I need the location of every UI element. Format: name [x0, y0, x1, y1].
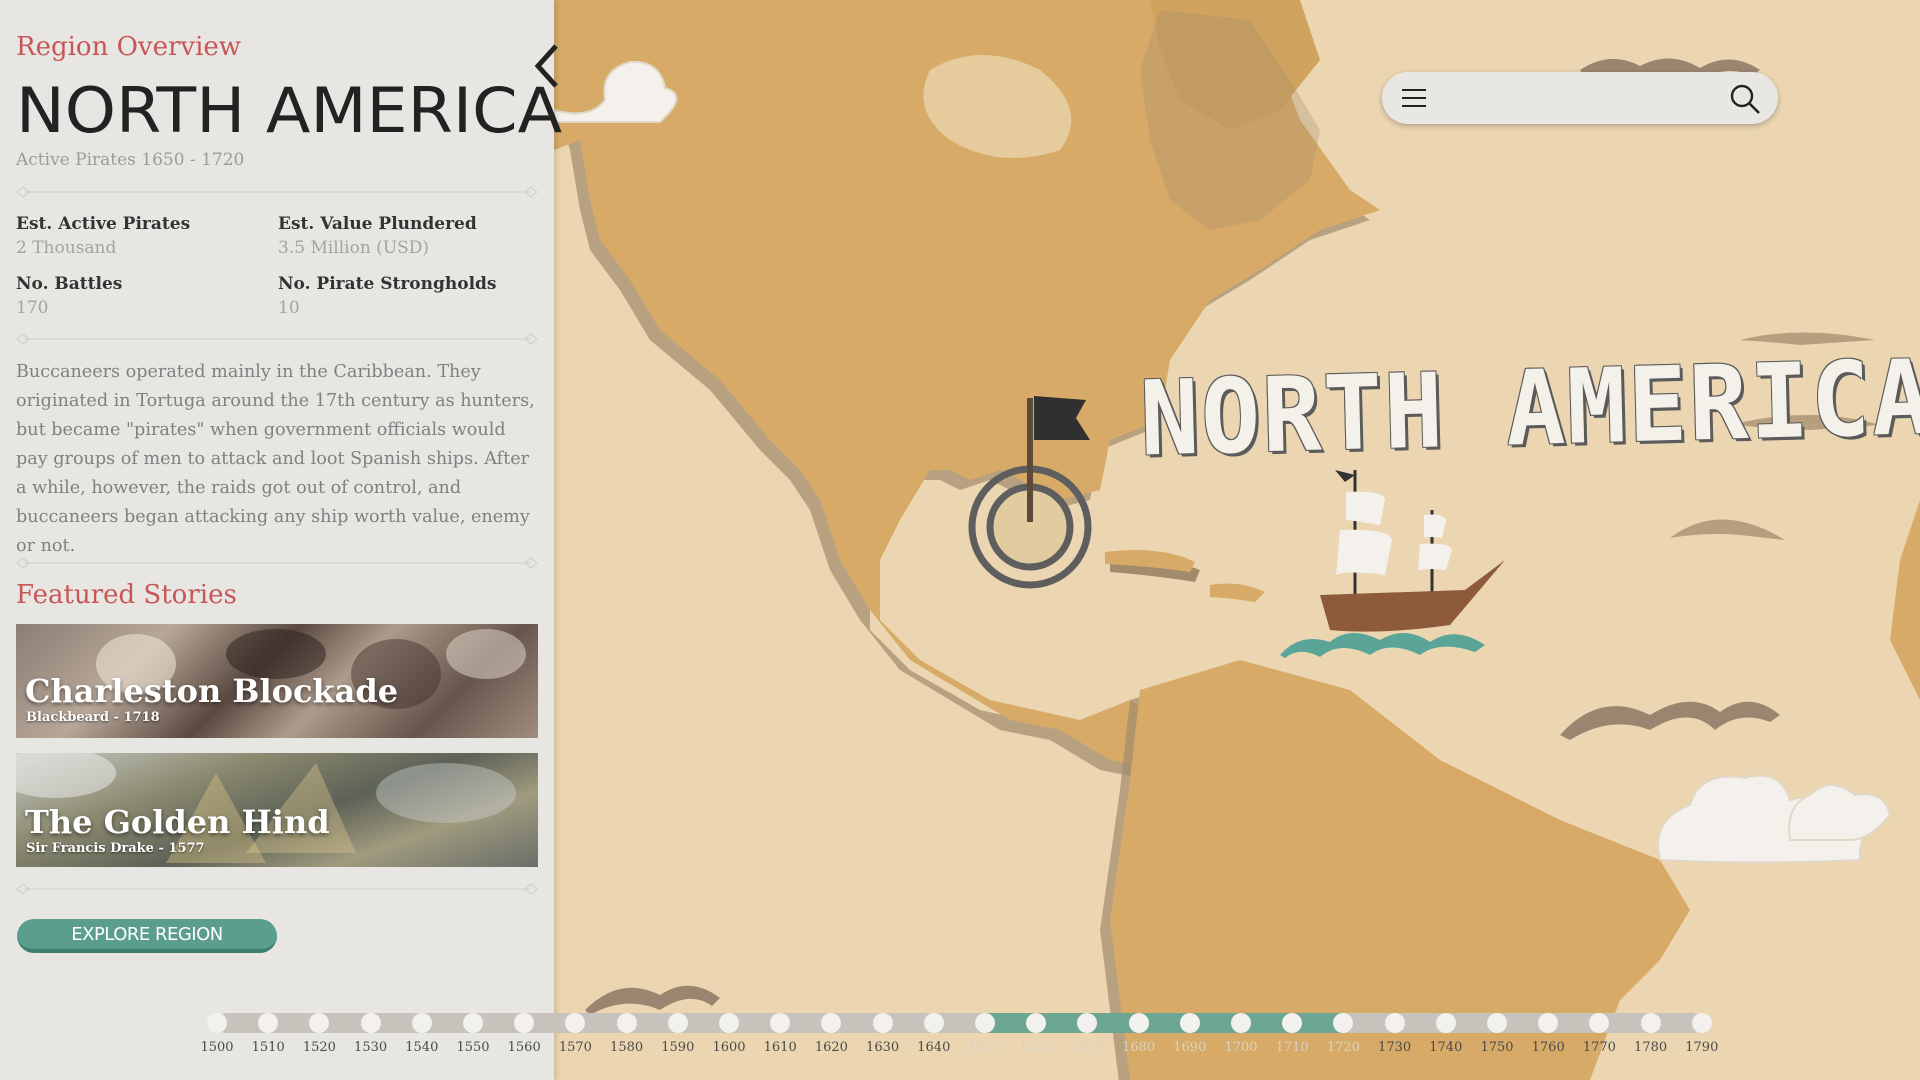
timeline-dot-1560[interactable]: [514, 1013, 535, 1033]
divider: [16, 557, 538, 569]
timeline-dot-1610[interactable]: [770, 1013, 791, 1033]
stat-label: Est. Value Plundered: [278, 214, 477, 234]
story-subtitle: Sir Francis Drake - 1577: [26, 841, 205, 856]
timeline-dot-1780[interactable]: [1640, 1013, 1661, 1033]
timeline-dot-1720[interactable]: [1333, 1013, 1354, 1033]
timeline-dot-1520[interactable]: [309, 1013, 330, 1033]
story-title: Charleston Blockade: [25, 672, 399, 710]
stat-value: 10: [278, 298, 300, 318]
story-subtitle: Blackbeard - 1718: [26, 710, 160, 725]
section-title: Region Overview: [16, 32, 242, 62]
stat-value: 170: [16, 298, 49, 318]
timeline-dot-1710[interactable]: [1282, 1013, 1303, 1033]
map-region-label: NORTH AMERICA: [1138, 338, 1920, 480]
divider: [16, 333, 538, 345]
timeline-dot-1680[interactable]: [1128, 1013, 1149, 1033]
timeline-dot-1730[interactable]: [1384, 1013, 1405, 1033]
search-input[interactable]: [1442, 82, 1716, 116]
timeline-dot-1790[interactable]: [1691, 1013, 1712, 1033]
timeline-dot-1750[interactable]: [1487, 1013, 1507, 1033]
timeline-dot-1760[interactable]: [1538, 1013, 1559, 1033]
timeline-dot-1500[interactable]: [207, 1013, 227, 1033]
search-bar: [1382, 72, 1778, 124]
timeline-dot-1620[interactable]: [821, 1013, 842, 1033]
explore-region-button[interactable]: EXPLORE REGION: [17, 919, 277, 953]
featured-stories-title: Featured Stories: [16, 580, 237, 610]
stat-label: No. Battles: [16, 274, 123, 294]
timeline-dot-1630[interactable]: [872, 1013, 893, 1033]
timeline-dot-1540[interactable]: [411, 1013, 432, 1033]
divider: [16, 186, 538, 198]
timeline-dot-1570[interactable]: [565, 1013, 586, 1033]
story-title: The Golden Hind: [25, 803, 330, 841]
story-card-charleston-blockade[interactable]: Charleston Blockade Blackbeard - 1718: [16, 624, 538, 738]
timeline-dot-1690[interactable]: [1179, 1013, 1200, 1033]
timeline-dot-1510[interactable]: [258, 1013, 279, 1033]
timeline-dot-1660[interactable]: [1026, 1013, 1047, 1033]
timeline-dot-1650[interactable]: [975, 1013, 995, 1033]
region-subtitle: Active Pirates 1650 - 1720: [16, 150, 245, 170]
timeline-dot-1770[interactable]: [1589, 1013, 1610, 1033]
timeline-dot-1590[interactable]: [667, 1013, 688, 1033]
timeline-dot-1550[interactable]: [463, 1013, 483, 1033]
stat-value: 2 Thousand: [16, 238, 117, 258]
timeline-dot-1600[interactable]: [719, 1013, 739, 1033]
timeline-dot-1670[interactable]: [1077, 1013, 1098, 1033]
stat-value: 3.5 Million (USD): [278, 238, 430, 258]
region-description: Buccaneers operated mainly in the Caribb…: [16, 362, 535, 556]
timeline-dot-1580[interactable]: [616, 1013, 637, 1033]
timeline-dot-1700[interactable]: [1231, 1013, 1251, 1033]
stat-label: Est. Active Pirates: [16, 214, 191, 234]
region-name: NORTH AMERICA: [16, 74, 563, 147]
timeline-dot-1530[interactable]: [360, 1013, 381, 1033]
timeline-dot-1640[interactable]: [923, 1013, 944, 1033]
hamburger-menu-icon[interactable]: [1400, 86, 1428, 110]
search-icon[interactable]: [1728, 82, 1762, 116]
region-overview-panel: Region Overview NORTH AMERICA Active Pir…: [0, 0, 562, 1080]
timeline-dot-1740[interactable]: [1435, 1013, 1456, 1033]
chevron-left-icon[interactable]: [530, 44, 562, 88]
stat-label: No. Pirate Strongholds: [278, 274, 497, 294]
story-card-golden-hind[interactable]: The Golden Hind Sir Francis Drake - 1577: [16, 753, 538, 867]
divider: [16, 883, 538, 895]
